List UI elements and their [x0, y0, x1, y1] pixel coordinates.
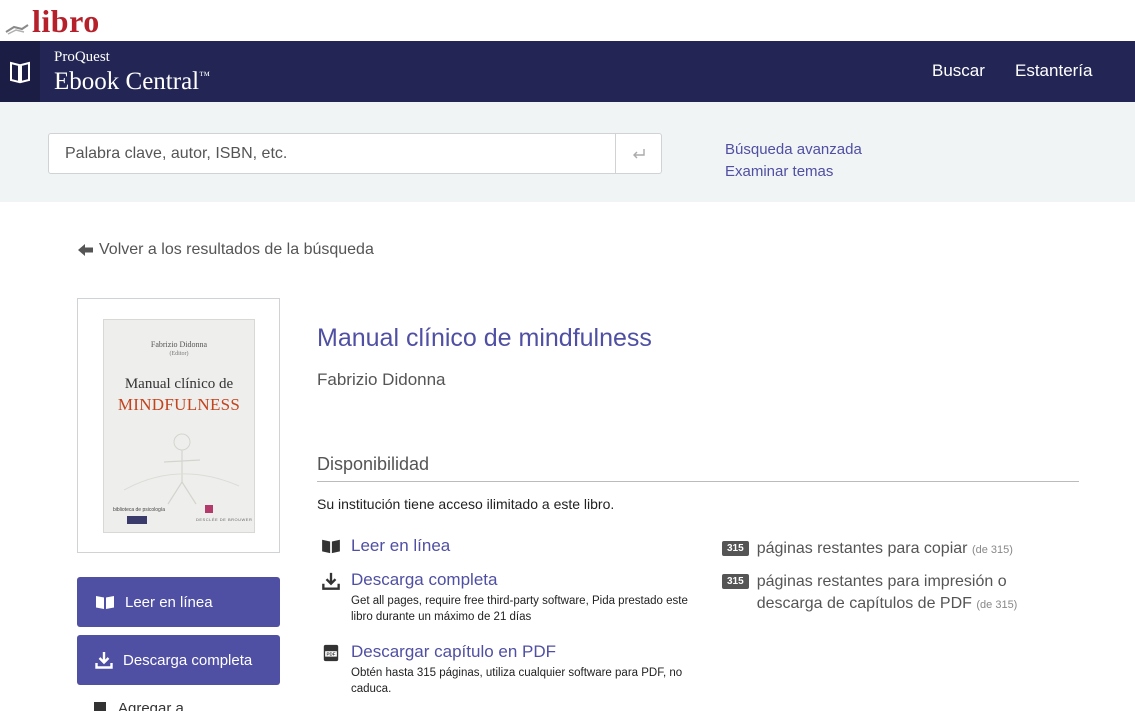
cover-publisher-logo [205, 505, 213, 513]
read-online-button-label: Leer en línea [125, 593, 213, 611]
cover-series-logo [127, 516, 147, 524]
book-tab[interactable] [0, 41, 40, 102]
pdf-chapter-description: Obtén hasta 315 páginas, utiliza cualqui… [351, 667, 683, 695]
brand-ebook-central[interactable]: Ebook Central™ [54, 68, 210, 96]
action-pdf-chapter: PDF Descargar capítulo en PDF Obtén hast… [320, 642, 691, 697]
enter-icon [633, 148, 645, 158]
cover-title-line1: Manual clínico de [124, 376, 234, 392]
pdf-icon: PDF [323, 644, 339, 662]
nav-estanteria[interactable]: Estantería [1015, 61, 1093, 81]
logo-text: libro [32, 3, 100, 39]
availability-heading: Disponibilidad [317, 454, 430, 474]
action-read-online: Leer en línea [320, 536, 450, 556]
print-quota-of: (de 315) [976, 599, 1018, 611]
top-navbar: ProQuest Ebook Central™ Buscar Estanterí… [0, 41, 1135, 102]
print-quota-text: páginas restantes para impresión o desca… [756, 573, 1007, 612]
back-to-results-link[interactable]: Volver a los resultados de la búsqueda [77, 241, 374, 259]
full-download-link[interactable]: Descarga completa [351, 570, 691, 590]
copy-quota-of: (de 315) [971, 544, 1013, 556]
pdf-chapter-link[interactable]: Descargar capítulo en PDF [351, 642, 691, 662]
search-links: Búsqueda avanzada Examinar temas [725, 139, 862, 183]
copy-quota-text-wrap: páginas restantes para copiar (de 315) [757, 538, 1077, 561]
arrow-left-icon [78, 244, 93, 256]
book-cover-frame: Fabrizio Didonna (Editor) Manual clínico… [77, 298, 280, 553]
trademark: ™ [199, 70, 210, 82]
book-open-icon [322, 539, 340, 554]
shelf-icon [94, 701, 106, 711]
print-quota: 315 páginas restantes para impresión o d… [722, 571, 1077, 616]
add-to-shelf-button[interactable]: Agregar a... [92, 700, 196, 711]
action-full-download: Descarga completa Get all pages, require… [320, 570, 691, 625]
copy-quota-text: páginas restantes para copiar [756, 540, 968, 557]
library-logo: libro [4, 0, 304, 41]
availability-divider [317, 481, 1079, 482]
brand-proquest: ProQuest [54, 49, 110, 65]
add-to-shelf-label: Agregar a... [118, 700, 197, 711]
full-download-button-label: Descarga completa [123, 651, 253, 669]
download-icon [322, 572, 340, 590]
print-quota-badge: 315 [722, 574, 749, 589]
print-quota-text-wrap: páginas restantes para impresión o desca… [757, 571, 1077, 616]
full-download-button[interactable]: Descarga completa [77, 635, 280, 685]
advanced-search-link[interactable]: Búsqueda avanzada [725, 139, 862, 161]
book-open-icon [96, 596, 114, 609]
book-cover[interactable]: Fabrizio Didonna (Editor) Manual clínico… [103, 319, 255, 533]
copy-quota-badge: 315 [722, 541, 749, 556]
browse-subjects-link[interactable]: Examinar temas [725, 161, 862, 183]
cover-publisher: DESCLÉE DE BROUWER [196, 517, 253, 522]
nav-buscar[interactable]: Buscar [932, 61, 985, 81]
book-title[interactable]: Manual clínico de mindfulness [317, 324, 652, 353]
cover-figure-illustration [123, 433, 240, 505]
cover-series: biblioteca de psicología [113, 507, 165, 513]
read-online-link[interactable]: Leer en línea [351, 536, 450, 556]
full-download-description: Get all pages, require free third-party … [351, 595, 688, 623]
cover-author: Fabrizio Didonna [150, 340, 208, 349]
read-online-button[interactable]: Leer en línea [77, 577, 280, 627]
cover-title-line2: MINDFULNESS [117, 395, 241, 414]
copy-quota: 315 páginas restantes para copiar (de 31… [722, 538, 1077, 561]
search-placeholder: Palabra clave, autor, ISBN, etc. [65, 145, 288, 162]
search-input[interactable]: Palabra clave, autor, ISBN, etc. [48, 133, 662, 174]
svg-text:PDF: PDF [327, 651, 336, 656]
cover-editor: (Editor) [169, 351, 189, 357]
back-link-label: Volver a los resultados de la búsqueda [99, 241, 374, 258]
logo-mark-icon [5, 24, 29, 35]
brand-name: Ebook Central [54, 68, 200, 95]
search-submit-button[interactable] [616, 134, 662, 173]
availability-note: Su institución tiene acceso ilimitado a … [317, 496, 615, 512]
book-author: Fabrizio Didonna [317, 370, 446, 389]
download-icon [95, 652, 113, 669]
book-icon [10, 61, 30, 83]
search-band: Palabra clave, autor, ISBN, etc. Búsqued… [0, 102, 1135, 202]
